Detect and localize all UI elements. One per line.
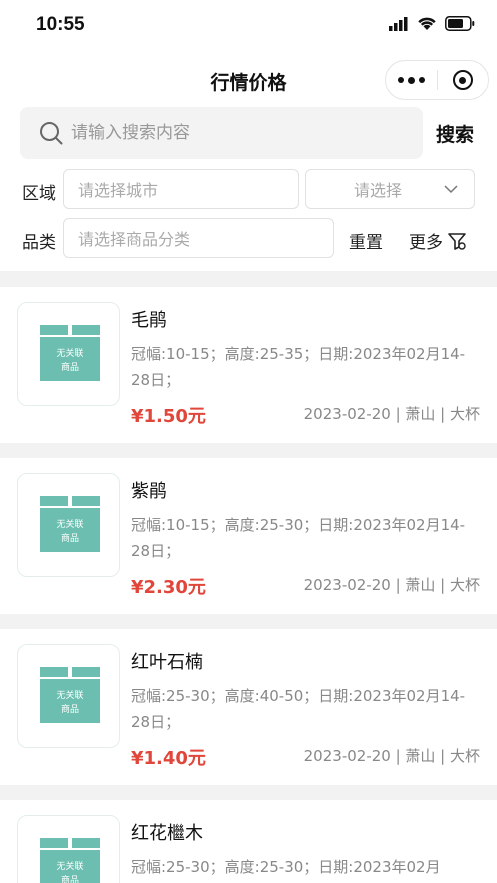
city-placeholder: 请选择城市 [78,181,159,200]
chevron-down-icon [444,185,458,194]
city-select[interactable]: 请选择城市 [63,169,299,209]
box-placeholder-icon: 无关联 商品 [40,667,100,723]
reset-button[interactable]: 重置 [349,228,383,253]
signal-icon [389,16,408,31]
product-name: 红花檵木 [131,823,203,844]
thumb-text-1: 无关联 [56,689,83,701]
nav-bar: 行情价格 [0,52,497,108]
more-filters-label: 更多 [409,233,443,253]
product-description: 冠幅:25-30；高度:25-30；日期:2023年02月 [131,858,441,876]
product-card[interactable]: 无关联 商品 红叶石楠 冠幅:25-30；高度:40-50；日期:2023年02… [0,629,497,785]
box-placeholder-icon: 无关联 商品 [40,496,100,552]
category-select[interactable]: 请选择商品分类 [63,218,334,258]
filter-icon [448,232,466,250]
mini-program-capsule [385,60,489,100]
category-label: 品类 [22,233,56,253]
district-placeholder: 请选择 [354,181,403,200]
product-price: ¥1.40元 [131,748,206,769]
product-meta: 2023-02-20 | 萧山 | 大杯 [303,576,480,594]
more-filters-button[interactable]: 更多 [409,228,467,253]
status-bar: 10:55 [0,0,497,52]
product-description: 冠幅:10-15；高度:25-30；日期:2023年02月14-28日； [131,516,466,560]
product-meta: 2023-02-20 | 萧山 | 大杯 [303,747,480,765]
thumb-text-2: 商品 [61,874,79,883]
product-name: 紫鹃 [131,481,167,502]
product-price: ¥1.50元 [131,406,206,427]
search-bar [20,107,423,159]
district-select[interactable]: 请选择 [305,169,475,209]
category-placeholder: 请选择商品分类 [78,230,191,249]
product-meta: 2023-02-20 | 萧山 | 大杯 [303,405,480,423]
product-thumbnail: 无关联 商品 [17,302,120,406]
thumb-text-2: 商品 [61,703,79,715]
search-icon [40,122,63,145]
product-description: 冠幅:10-15；高度:25-35；日期:2023年02月14-28日； [131,345,466,389]
product-description: 冠幅:25-30；高度:40-50；日期:2023年02月14-28日； [131,687,466,731]
product-card[interactable]: 无关联 商品 红花檵木 冠幅:25-30；高度:25-30；日期:2023年02… [0,800,497,883]
product-thumbnail: 无关联 商品 [17,644,120,748]
product-thumbnail: 无关联 商品 [17,815,120,883]
section-divider [0,613,497,629]
section-divider [0,271,497,287]
search-button[interactable]: 搜索 [436,120,474,147]
section-divider [0,442,497,458]
product-thumbnail: 无关联 商品 [17,473,120,577]
box-placeholder-icon: 无关联 商品 [40,838,100,883]
target-icon [452,70,473,90]
search-input[interactable] [71,123,391,143]
product-name: 红叶石楠 [131,652,203,673]
status-time: 10:55 [36,14,85,35]
thumb-text-1: 无关联 [56,518,83,530]
status-icons [389,16,475,31]
battery-icon [445,16,475,31]
region-label: 区域 [22,184,56,204]
more-dots-icon [398,76,425,84]
close-mini-program-button[interactable] [438,61,488,99]
product-card[interactable]: 无关联 商品 紫鹃 冠幅:10-15；高度:25-30；日期:2023年02月1… [0,458,497,614]
section-divider [0,784,497,800]
wifi-icon [418,17,436,30]
thumb-text-1: 无关联 [56,860,83,872]
product-name: 毛鹃 [131,310,167,331]
thumb-text-1: 无关联 [56,347,83,359]
box-placeholder-icon: 无关联 商品 [40,325,100,381]
product-card[interactable]: 无关联 商品 毛鹃 冠幅:10-15；高度:25-35；日期:2023年02月1… [0,287,497,443]
more-menu-button[interactable] [386,61,437,99]
thumb-text-2: 商品 [61,532,79,544]
product-price: ¥2.30元 [131,577,206,598]
thumb-text-2: 商品 [61,361,79,373]
